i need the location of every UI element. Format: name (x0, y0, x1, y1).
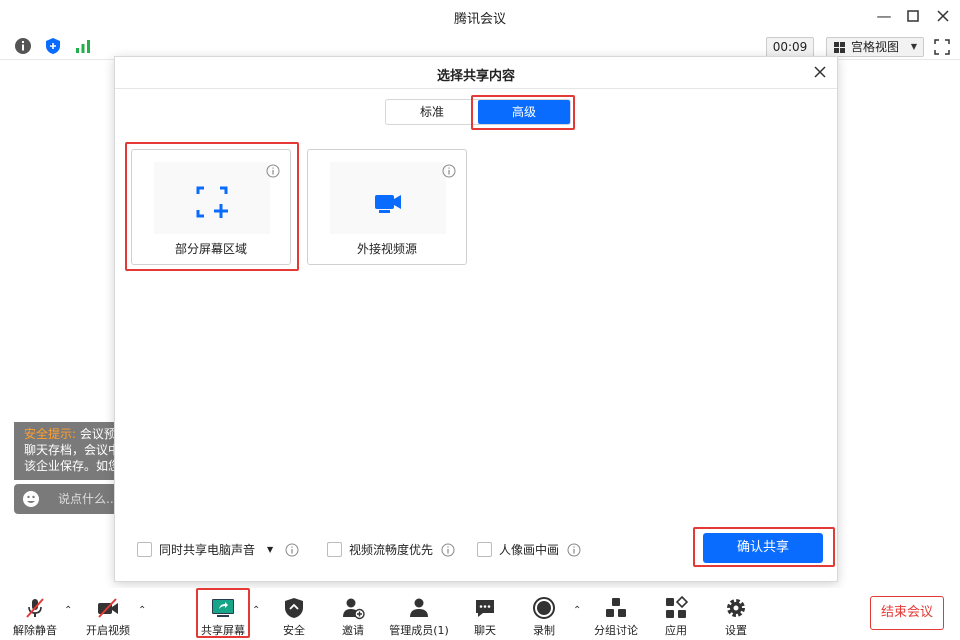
info-icon[interactable] (441, 543, 455, 557)
tab-standard[interactable]: 标准 (386, 100, 478, 124)
share-audio-checkbox[interactable] (137, 542, 152, 557)
info-icon[interactable] (14, 37, 32, 55)
highlight-advanced-tab (471, 95, 575, 130)
record-label: 录制 (533, 624, 555, 637)
tip-warning-label: 安全提示: (24, 427, 77, 441)
maximize-icon[interactable] (903, 6, 923, 26)
info-icon[interactable] (442, 164, 456, 178)
smooth-video-label: 视频流畅度优先 (349, 543, 434, 557)
smooth-video-option[interactable]: 视频流畅度优先 (327, 542, 457, 558)
shield-icon[interactable] (44, 37, 62, 55)
network-signal-icon[interactable] (74, 37, 92, 55)
chevron-up-icon[interactable]: ⌃ (138, 606, 148, 616)
close-window-icon[interactable] (933, 6, 953, 26)
dialog-title: 选择共享内容 (436, 69, 515, 84)
chevron-down-icon[interactable]: ▼ (267, 542, 273, 558)
pip-option[interactable]: 人像画中画 (477, 542, 587, 558)
meeting-toolbar: 解除静音 ⌃ 开启视频 ⌃ 共享屏幕 ⌃ 安全 邀请 管理成员(1) 聊天 录制… (0, 588, 960, 640)
dialog-header: 选择共享内容 (115, 57, 837, 89)
share-content-dialog: 选择共享内容 标准 高级 部分屏幕区域 外接视频源 同时共享电脑声音 ▼ 视频流… (114, 56, 838, 582)
pip-label: 人像画中画 (499, 543, 560, 557)
settings-label: 设置 (725, 624, 747, 637)
smooth-video-checkbox[interactable] (327, 542, 342, 557)
chevron-up-icon[interactable]: ⌃ (64, 606, 74, 616)
grid-view-label: 宫格视图 (851, 40, 900, 54)
record-button[interactable]: 录制 (514, 592, 574, 638)
invite-button[interactable]: 邀请 (323, 592, 383, 638)
chevron-down-icon: ▼ (910, 42, 917, 51)
share-audio-label: 同时共享电脑声音 (159, 543, 256, 557)
info-icon[interactable] (567, 543, 581, 557)
video-off-icon (98, 598, 118, 618)
start-video-button[interactable]: 开启视频 (78, 592, 138, 638)
chat-input-placeholder: 说点什么... (58, 492, 114, 506)
highlight-confirm-button (693, 527, 835, 567)
chevron-up-icon[interactable]: ⌃ (573, 606, 583, 616)
tip-line-2: 聊天存档，会议中 (24, 443, 114, 457)
breakout-icon (606, 598, 626, 617)
video-camera-icon (375, 195, 401, 213)
grid-view-button[interactable]: 宫格视图 ▼ (826, 37, 924, 57)
window-title: 腾讯会议 (453, 12, 506, 27)
highlight-partial-card (125, 142, 299, 271)
external-video-card[interactable]: 外接视频源 (307, 149, 467, 265)
settings-button[interactable]: 设置 (706, 592, 766, 638)
chat-icon (476, 600, 494, 617)
manage-members-button[interactable]: 管理成员(1) (389, 592, 449, 638)
chat-input[interactable]: 说点什么... (14, 484, 114, 514)
end-meeting-button[interactable]: 结束会议 (870, 596, 944, 630)
close-icon[interactable] (811, 63, 829, 81)
unmute-button[interactable]: 解除静音 (5, 592, 65, 638)
fullscreen-icon[interactable] (932, 37, 952, 57)
chat-security-tip: 安全提示: 会议预 聊天存档，会议中 该企业保存。如您 (14, 422, 114, 480)
tip-line-1: 会议预 (76, 427, 114, 441)
mic-muted-icon (26, 598, 44, 618)
info-icon[interactable] (285, 543, 299, 557)
pip-checkbox[interactable] (477, 542, 492, 557)
minimize-icon[interactable]: — (874, 6, 894, 26)
highlight-share-screen (196, 588, 250, 638)
chevron-up-icon[interactable]: ⌃ (252, 606, 262, 616)
tip-line-3: 该企业保存。如您 (24, 459, 114, 473)
members-icon (410, 598, 428, 617)
meeting-timer: 00:09 (766, 37, 814, 57)
add-person-icon (343, 598, 365, 620)
share-audio-option[interactable]: 同时共享电脑声音 ▼ (137, 542, 307, 558)
emoji-icon[interactable] (22, 490, 40, 508)
unmute-label: 解除静音 (13, 624, 57, 637)
title-bar: 腾讯会议 — (0, 0, 960, 32)
record-icon (533, 597, 555, 619)
grid-icon (834, 42, 845, 53)
apps-icon (666, 596, 688, 618)
external-video-label: 外接视频源 (356, 242, 417, 256)
start-video-label: 开启视频 (86, 624, 130, 637)
shield-icon (285, 598, 303, 618)
gear-icon (727, 599, 745, 617)
